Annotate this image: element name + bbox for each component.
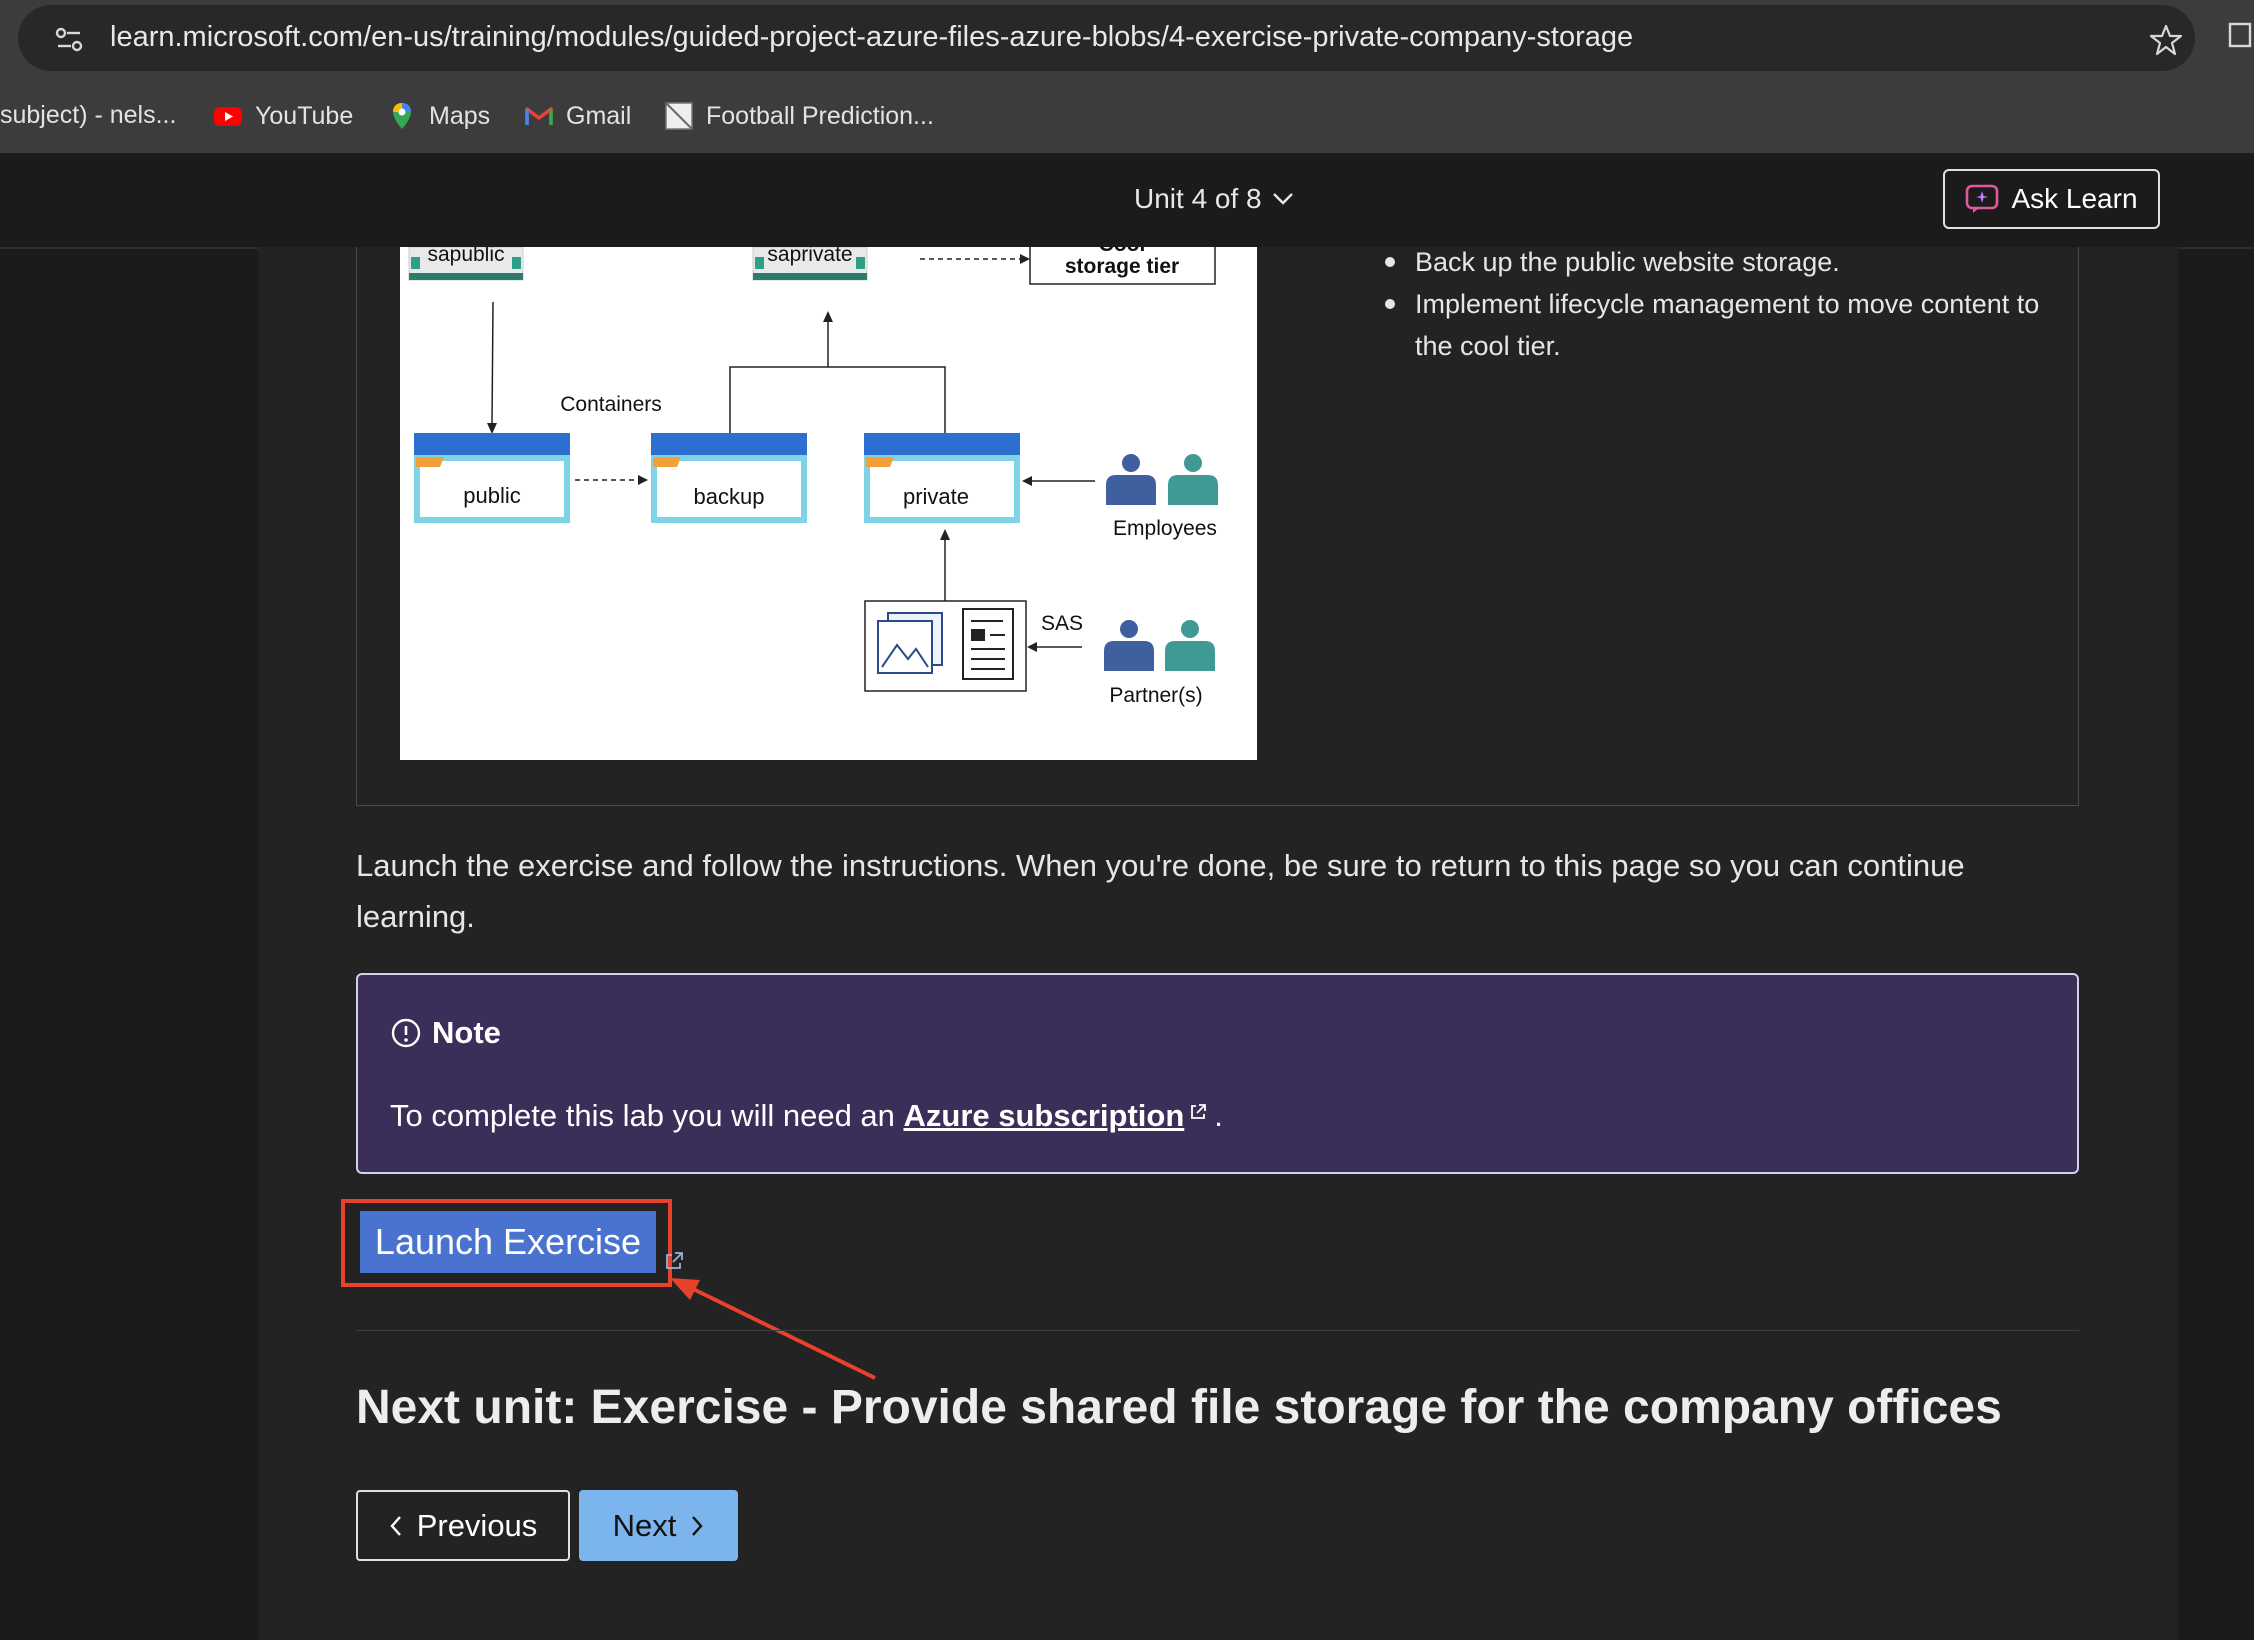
cool-storage-tier-box: Cool storage tier [1029,247,1216,285]
note-text-suffix: . [1214,1098,1223,1133]
info-icon [391,1018,421,1048]
address-bar[interactable]: learn.microsoft.com/en-us/training/modul… [18,5,2195,71]
public-label: public [463,483,520,508]
youtube-icon [214,107,242,126]
architecture-diagram: sapublic saprivate Cool storage tier Con… [400,247,1257,760]
ask-learn-label: Ask Learn [2011,183,2138,214]
previous-label: Previous [416,1507,538,1543]
chevron-right-icon [692,1515,703,1536]
note-title: Note [432,1015,501,1050]
list-item: Back up the public website storage. [1385,241,2055,283]
bookmark-label: Football Prediction... [706,101,934,130]
container-private: private [864,433,1020,523]
external-link-icon [666,1252,683,1269]
external-link-icon [1191,1104,1207,1119]
instructions-text: Launch the exercise and follow the instr… [356,848,1965,934]
container-backup: backup [651,433,807,523]
containers-label: Containers [560,393,662,416]
launch-exercise-button[interactable]: Launch Exercise [360,1211,656,1273]
bookmark-label: Maps [429,101,491,130]
list-item: Implement lifecycle management to move c… [1385,283,2055,367]
copilot-chat-icon [1966,184,1999,213]
note-body: To complete this lab you will need an Az… [390,1098,1223,1134]
container-public: public [414,433,570,523]
gmail-icon [525,107,553,125]
bookmark-gmail[interactable]: Gmail [524,101,631,131]
employees-label: Employees [1113,517,1217,540]
employees-icon [1106,454,1218,505]
browser-chrome: learn.microsoft.com/en-us/training/modul… [0,0,2254,153]
extensions-icon[interactable] [2226,20,2254,50]
unit-selector[interactable]: Unit 4 of 8 [1134,183,1294,215]
sas-label: SAS [1041,612,1083,635]
next-unit-title: Next unit: Exercise - Provide shared fil… [356,1381,2002,1434]
partners-label: Partner(s) [1109,684,1202,707]
divider [356,1330,2079,1331]
bookmark-star-icon[interactable] [2149,23,2183,57]
bookmark-item[interactable]: subject) - nels... [0,101,176,130]
next-button[interactable]: Next [579,1490,738,1561]
partners-icon [1104,620,1215,671]
content-files-icon [864,600,1027,692]
storage-account-sapublic: sapublic [408,247,524,281]
saprivate-label: saprivate [767,247,852,266]
next-label: Next [612,1507,677,1543]
ask-learn-button[interactable]: Ask Learn [1943,169,2160,229]
bookmarks-bar: subject) - nels... YouTube Maps Gmail Fo… [0,93,2254,143]
bookmark-label: YouTube [255,101,354,130]
page-thumbnail-icon [665,102,693,130]
unit-label: Unit 4 of 8 [1134,183,1262,214]
private-label: private [903,484,969,509]
note-header: Note [390,1015,501,1051]
bookmark-label: Gmail [566,101,632,130]
requirements-list: Back up the public website storage. Impl… [1385,241,2055,367]
sapublic-label: sapublic [427,247,504,266]
maps-pin-icon [393,103,411,129]
learn-header: Unit 4 of 8 Ask Learn [0,153,2254,249]
note-text: To complete this lab you will need an [390,1098,904,1133]
bookmark-maps[interactable]: Maps [387,101,490,131]
chevron-down-icon [1272,193,1293,205]
storage-account-saprivate: saprivate [752,247,868,281]
note-callout: Note To complete this lab you will need … [356,973,2079,1174]
backup-label: backup [694,484,765,509]
storage-tier-label: storage tier [1065,255,1179,278]
site-settings-icon[interactable] [52,23,86,57]
previous-button[interactable]: Previous [356,1490,570,1561]
highlight-box: Launch Exercise [341,1199,683,1287]
bookmark-youtube[interactable]: YouTube [213,101,353,131]
bookmark-label: subject) - nels... [0,101,177,129]
azure-subscription-link[interactable]: Azure subscription [904,1098,1185,1133]
url-text[interactable]: learn.microsoft.com/en-us/training/modul… [110,21,1633,54]
bookmark-football[interactable]: Football Prediction... [664,101,934,131]
chevron-left-icon [390,1515,401,1536]
